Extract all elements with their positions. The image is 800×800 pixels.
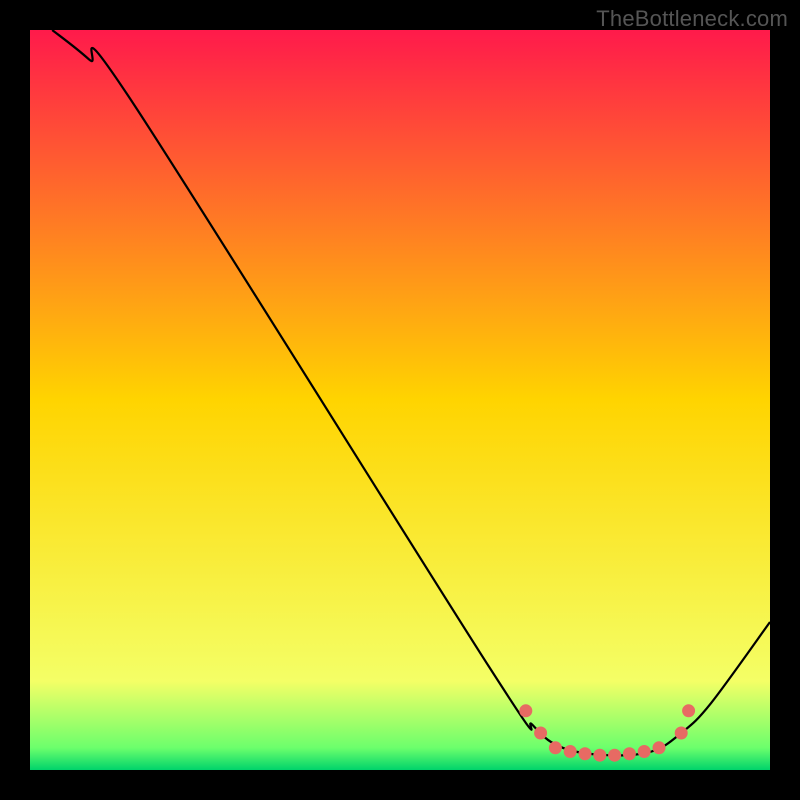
- data-dot: [564, 745, 577, 758]
- data-dot: [519, 704, 532, 717]
- chart-svg: [30, 30, 770, 770]
- data-dot: [593, 749, 606, 762]
- watermark-text: TheBottleneck.com: [596, 6, 788, 32]
- gradient-background: [30, 30, 770, 770]
- data-dot: [608, 749, 621, 762]
- data-dot: [653, 741, 666, 754]
- data-dot: [675, 727, 688, 740]
- data-dot: [638, 745, 651, 758]
- data-dot: [623, 747, 636, 760]
- data-dot: [579, 747, 592, 760]
- data-dot: [682, 704, 695, 717]
- data-dot: [549, 741, 562, 754]
- plot-area: [30, 30, 770, 770]
- chart-frame: TheBottleneck.com: [0, 0, 800, 800]
- data-dot: [534, 727, 547, 740]
